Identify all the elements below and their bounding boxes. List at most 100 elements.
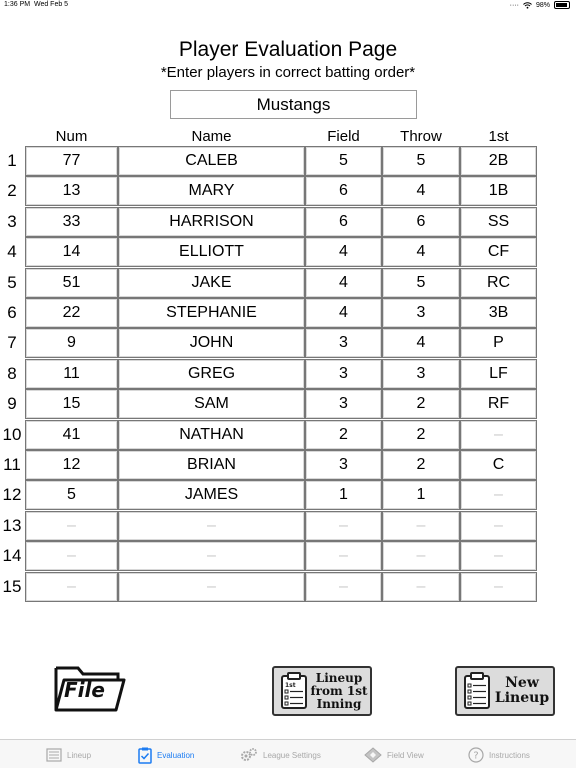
field-cell[interactable]: 4 xyxy=(305,298,382,328)
field-cell[interactable]: 3 xyxy=(305,328,382,359)
column-header-num: Num xyxy=(55,128,88,145)
field-cell[interactable]: 3 xyxy=(305,389,382,420)
num-cell[interactable]: 77 xyxy=(25,146,118,176)
name-cell[interactable]: SAM xyxy=(118,389,305,420)
lineup-label-line: Lineup xyxy=(315,670,363,685)
throw-cell[interactable]: – xyxy=(382,510,460,541)
tab-instructions[interactable]: ? Instructions xyxy=(468,744,530,766)
name-cell[interactable]: NATHAN xyxy=(118,419,305,450)
team-name-input[interactable] xyxy=(170,90,417,119)
tab-bar: Lineup Evaluation League Settings Field … xyxy=(0,739,576,768)
num-cell[interactable]: 12 xyxy=(25,450,118,480)
tab-field-view[interactable]: Field View xyxy=(364,744,424,766)
name-cell[interactable]: JAMES xyxy=(118,480,305,511)
first-position-cell[interactable]: 3B xyxy=(460,298,537,328)
name-cell[interactable]: GREG xyxy=(118,358,305,389)
first-position-cell[interactable]: P xyxy=(460,328,537,359)
throw-cell[interactable]: 4 xyxy=(382,328,460,359)
new-label-line: Lineup xyxy=(494,690,550,706)
lineup-from-first-inning-button[interactable]: 1st Lineup from 1st Inning xyxy=(272,666,372,716)
field-cell[interactable]: 2 xyxy=(305,419,382,450)
tab-lineup[interactable]: Lineup xyxy=(46,744,91,766)
batting-order-number: 8 xyxy=(7,363,17,383)
name-cell[interactable]: ELLIOTT xyxy=(118,237,305,268)
field-cell[interactable]: 6 xyxy=(305,176,382,207)
table-row: 2 13 MARY 6 4 1B xyxy=(0,176,576,207)
wifi-icon xyxy=(523,1,532,9)
name-cell[interactable]: CALEB xyxy=(118,146,305,176)
first-position-cell[interactable]: CF xyxy=(460,237,537,268)
throw-cell[interactable]: 2 xyxy=(382,389,460,420)
first-position-cell[interactable]: – xyxy=(460,571,537,602)
name-cell[interactable]: JOHN xyxy=(118,328,305,359)
name-cell[interactable]: – xyxy=(118,510,305,541)
clipboard-icon: 1st xyxy=(281,672,307,709)
num-cell[interactable]: 33 xyxy=(25,206,118,237)
throw-cell[interactable]: 5 xyxy=(382,146,460,176)
first-position-cell[interactable]: C xyxy=(460,450,537,480)
first-position-cell[interactable]: RC xyxy=(460,267,537,298)
num-cell[interactable]: 51 xyxy=(25,267,118,298)
field-cell[interactable]: – xyxy=(305,510,382,541)
field-cell[interactable]: 1 xyxy=(305,480,382,511)
num-cell[interactable]: 11 xyxy=(25,358,118,389)
throw-cell[interactable]: 4 xyxy=(382,237,460,268)
field-cell[interactable]: 4 xyxy=(305,237,382,268)
throw-cell[interactable]: 6 xyxy=(382,206,460,237)
field-cell[interactable]: – xyxy=(305,571,382,602)
first-position-cell[interactable]: – xyxy=(460,419,537,450)
lineup-icon xyxy=(46,748,62,762)
table-row: 4 14 ELLIOTT 4 4 CF xyxy=(0,237,576,268)
throw-cell[interactable]: 5 xyxy=(382,267,460,298)
throw-cell[interactable]: 2 xyxy=(382,450,460,480)
first-position-cell[interactable]: 2B xyxy=(460,146,537,176)
field-cell[interactable]: 6 xyxy=(305,206,382,237)
throw-cell[interactable]: – xyxy=(382,571,460,602)
field-cell[interactable]: 4 xyxy=(305,267,382,298)
first-position-cell[interactable]: 1B xyxy=(460,176,537,207)
throw-cell[interactable]: – xyxy=(382,541,460,572)
first-position-cell[interactable]: LF xyxy=(460,358,537,389)
name-cell[interactable]: – xyxy=(118,571,305,602)
file-button[interactable]: File xyxy=(52,664,128,714)
throw-cell[interactable]: 3 xyxy=(382,298,460,328)
first-position-cell[interactable]: – xyxy=(460,510,537,541)
name-cell[interactable]: MARY xyxy=(118,176,305,207)
num-cell[interactable]: – xyxy=(25,510,118,541)
batting-order-number: 10 xyxy=(2,424,22,444)
num-cell[interactable]: – xyxy=(25,571,118,602)
name-cell[interactable]: STEPHANIE xyxy=(118,298,305,328)
name-cell[interactable]: HARRISON xyxy=(118,206,305,237)
throw-cell[interactable]: 4 xyxy=(382,176,460,207)
tab-evaluation[interactable]: Evaluation xyxy=(138,744,194,766)
field-cell[interactable]: 3 xyxy=(305,450,382,480)
num-cell[interactable]: 13 xyxy=(25,176,118,207)
num-cell[interactable]: 14 xyxy=(25,237,118,268)
throw-cell[interactable]: 2 xyxy=(382,419,460,450)
num-cell[interactable]: 5 xyxy=(25,480,118,511)
field-cell[interactable]: – xyxy=(305,541,382,572)
num-cell[interactable]: 9 xyxy=(25,328,118,359)
field-cell[interactable]: 5 xyxy=(305,146,382,176)
num-cell[interactable]: 41 xyxy=(25,419,118,450)
name-cell[interactable]: BRIAN xyxy=(118,450,305,480)
first-position-cell[interactable]: RF xyxy=(460,389,537,420)
throw-cell[interactable]: 3 xyxy=(382,358,460,389)
throw-cell[interactable]: 1 xyxy=(382,480,460,511)
new-lineup-button[interactable]: New Lineup xyxy=(455,666,555,716)
lineup-button-label: Lineup from 1st Inning xyxy=(308,670,370,711)
batting-order-number: 11 xyxy=(3,455,21,474)
first-position-cell[interactable]: – xyxy=(460,480,537,511)
num-cell[interactable]: 15 xyxy=(25,389,118,420)
name-cell[interactable]: – xyxy=(118,541,305,572)
battery-icon xyxy=(554,1,570,9)
num-cell[interactable]: – xyxy=(25,541,118,572)
tab-league-settings[interactable]: League Settings xyxy=(240,744,321,766)
name-cell[interactable]: JAKE xyxy=(118,267,305,298)
first-position-cell[interactable]: SS xyxy=(460,206,537,237)
num-cell[interactable]: 22 xyxy=(25,298,118,328)
field-cell[interactable]: 3 xyxy=(305,358,382,389)
first-position-cell[interactable]: – xyxy=(460,541,537,572)
tab-label: League Settings xyxy=(263,750,321,760)
new-lineup-button-label: New Lineup xyxy=(491,676,553,706)
